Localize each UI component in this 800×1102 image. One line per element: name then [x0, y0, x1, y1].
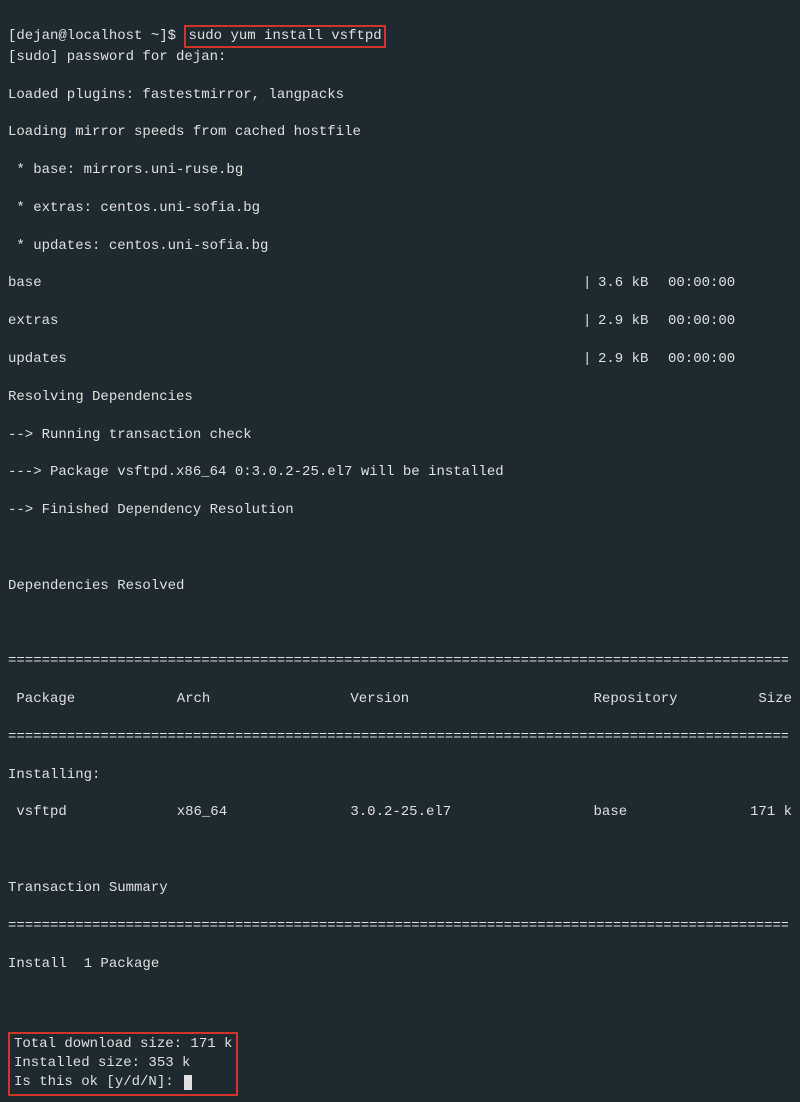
header-package: Package	[8, 690, 177, 709]
repo-time: 00:00:00	[668, 312, 735, 331]
pipe-icon: |	[583, 274, 598, 293]
repo-time: 00:00:00	[668, 274, 735, 293]
header-size: Size	[737, 690, 792, 709]
install-count-line: Install 1 Package	[8, 955, 792, 974]
pipe-icon: |	[583, 312, 598, 331]
repo-size: 3.6 kB	[598, 274, 668, 293]
repo-name: extras	[8, 312, 583, 331]
command-highlight: sudo yum install vsftpd	[184, 25, 385, 48]
repo-name: base	[8, 274, 583, 293]
installed-size-line: Installed size: 353 k	[14, 1054, 232, 1073]
transaction-check-line: --> Running transaction check	[8, 426, 792, 445]
repo-time: 00:00:00	[668, 350, 735, 369]
pkg-arch: x86_64	[177, 803, 351, 822]
header-arch: Arch	[177, 690, 351, 709]
deps-resolved-line: Dependencies Resolved	[8, 577, 792, 596]
confirmation-box: Total download size: 171 kInstalled size…	[8, 1032, 238, 1096]
pipe-icon: |	[583, 350, 598, 369]
finished-resolution-line: --> Finished Dependency Resolution	[8, 501, 792, 520]
confirm-prompt-line[interactable]: Is this ok [y/d/N]:	[14, 1073, 232, 1092]
command-text: sudo yum install vsftpd	[188, 28, 381, 44]
shell-prompt: [dejan@localhost ~]$ sudo yum install vs…	[8, 28, 386, 44]
repo-row-updates: updates| 2.9 kB00:00:00	[8, 350, 792, 369]
repo-row-extras: extras| 2.9 kB00:00:00	[8, 312, 792, 331]
pkg-repo: base	[594, 803, 738, 822]
repo-size: 2.9 kB	[598, 350, 668, 369]
divider-mid: ========================================…	[8, 728, 788, 747]
package-install-line: ---> Package vsftpd.x86_64 0:3.0.2-25.el…	[8, 463, 792, 482]
header-repository: Repository	[594, 690, 738, 709]
resolving-line: Resolving Dependencies	[8, 388, 792, 407]
confirm-prompt-text: Is this ok [y/d/N]:	[14, 1074, 182, 1090]
pkg-size: 171 k	[737, 803, 792, 822]
divider-bottom: ========================================…	[8, 917, 788, 936]
cursor-icon	[184, 1075, 192, 1090]
divider-top: ========================================…	[8, 652, 788, 671]
mirror-updates: * updates: centos.uni-sofia.bg	[8, 237, 792, 256]
mirror-base: * base: mirrors.uni-ruse.bg	[8, 161, 792, 180]
header-version: Version	[350, 690, 593, 709]
mirror-speeds-line: Loading mirror speeds from cached hostfi…	[8, 123, 792, 142]
installing-header: Installing:	[8, 766, 792, 785]
pkg-name: vsftpd	[8, 803, 177, 822]
prompt-prefix: [dejan@localhost ~]$	[8, 28, 184, 44]
repo-name: updates	[8, 350, 583, 369]
repo-row-base: base| 3.6 kB00:00:00	[8, 274, 792, 293]
mirror-extras: * extras: centos.uni-sofia.bg	[8, 199, 792, 218]
terminal-output: [dejan@localhost ~]$ sudo yum install vs…	[0, 0, 800, 1102]
sudo-password-line: [sudo] password for dejan:	[8, 48, 792, 67]
table-row: vsftpdx86_643.0.2-25.el7base171 k	[8, 803, 792, 822]
repo-size: 2.9 kB	[598, 312, 668, 331]
table-header: PackageArchVersionRepositorySize	[8, 690, 792, 709]
transaction-summary-line: Transaction Summary	[8, 879, 792, 898]
pkg-version: 3.0.2-25.el7	[350, 803, 593, 822]
plugins-line: Loaded plugins: fastestmirror, langpacks	[8, 86, 792, 105]
download-size-line: Total download size: 171 k	[14, 1035, 232, 1054]
